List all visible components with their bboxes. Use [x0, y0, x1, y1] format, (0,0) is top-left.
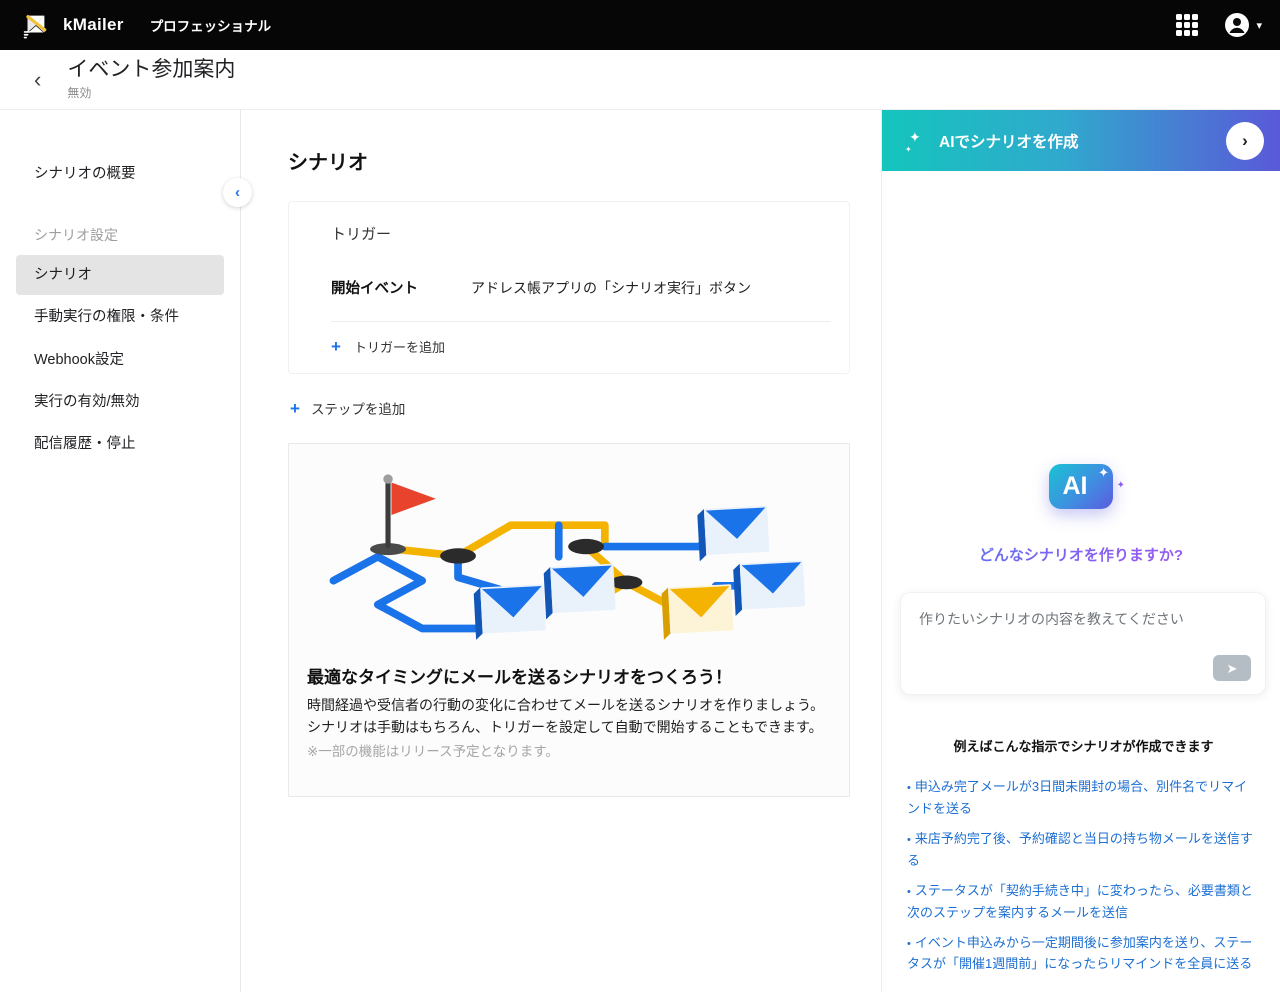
- ai-question-text: どんなシナリオを作りますか?: [882, 544, 1280, 565]
- trigger-start-event-row: 開始イベント アドレス帳アプリの「シナリオ実行」ボタン: [331, 277, 831, 298]
- content-area: シナリオの概要 シナリオ設定 シナリオ 手動実行の権限・条件 Webhook設定…: [0, 110, 1280, 992]
- start-event-value: アドレス帳アプリの「シナリオ実行」ボタン: [471, 278, 751, 298]
- plus-icon: +: [331, 338, 341, 355]
- scenario-empty-state-card: 最適なタイミングにメールを送るシナリオをつくろう！ 時間経過や受信者の行動の変化…: [288, 443, 850, 797]
- sparkle-icon: ✦: [1098, 465, 1109, 481]
- caret-down-icon: ▾: [1256, 19, 1262, 32]
- start-event-label: 開始イベント: [331, 277, 471, 298]
- ai-create-scenario-banner[interactable]: ✦ ✦ AIでシナリオを作成 ›: [882, 110, 1280, 171]
- sidebar-item-exec-toggle[interactable]: 実行の有効/無効: [16, 382, 224, 422]
- empty-state-line1: 時間経過や受信者の行動の変化に合わせてメールを送るシナリオを作りましょう。: [307, 694, 831, 716]
- kmailer-logo-icon: [20, 10, 50, 40]
- status-badge: 無効: [67, 84, 235, 101]
- back-button[interactable]: ‹: [26, 65, 49, 95]
- sidebar-section-label: シナリオ設定: [16, 217, 224, 255]
- app-root: kMailer プロフェッショナル ▾ ‹ イベント参加案内 無効 シナリオの概…: [0, 0, 1280, 992]
- ai-banner-label: AIでシナリオを作成: [939, 130, 1079, 152]
- sidebar-item-scenario[interactable]: シナリオ: [16, 255, 224, 295]
- ai-badge-icon: AI ✦ ✦: [1049, 464, 1113, 509]
- main-panel: シナリオ トリガー 開始イベント アドレス帳アプリの「シナリオ実行」ボタン + …: [241, 110, 881, 992]
- empty-state-title: 最適なタイミングにメールを送るシナリオをつくろう！: [307, 663, 831, 688]
- ai-examples-section: 例えばこんな指示でシナリオが作成できます •申込み完了メールが3日間未開封の場合…: [882, 736, 1280, 974]
- sidebar-item-overview[interactable]: シナリオの概要: [16, 152, 224, 193]
- account-menu[interactable]: ▾: [1224, 12, 1262, 38]
- empty-state-line2: シナリオは手動はもちろん、トリガーを設定して自動で開始することもできます。: [307, 716, 831, 738]
- sidebar: シナリオの概要 シナリオ設定 シナリオ 手動実行の権限・条件 Webhook設定…: [0, 110, 241, 992]
- trigger-card: トリガー 開始イベント アドレス帳アプリの「シナリオ実行」ボタン + トリガーを…: [288, 201, 850, 374]
- example-suggestion-link[interactable]: •ステータスが「契約手続き中」に変わったら、必要書類と次のステップを案内するメー…: [907, 880, 1260, 923]
- apps-grid-icon[interactable]: [1176, 14, 1198, 36]
- sidebar-collapse-button[interactable]: ‹: [223, 178, 252, 207]
- page-title: イベント参加案内: [67, 58, 235, 82]
- example-suggestion-link[interactable]: •申込み完了メールが3日間未開封の場合、別件名でリマインドを送る: [907, 776, 1260, 819]
- empty-state-note: ※一部の機能はリリース予定となります。: [307, 740, 831, 760]
- example-suggestion-link[interactable]: •来店予約完了後、予約確認と当日の持ち物メールを送信する: [907, 828, 1260, 871]
- divider: [331, 321, 831, 322]
- trigger-title: トリガー: [331, 223, 831, 244]
- ai-prompt-input[interactable]: [901, 593, 1265, 694]
- ai-intro-block: AI ✦ ✦ どんなシナリオを作りますか?: [882, 464, 1280, 565]
- bullet-icon: •: [907, 782, 911, 794]
- scenario-flow-illustration: [329, 468, 809, 643]
- sidebar-item-history[interactable]: 配信履歴・停止: [16, 424, 224, 464]
- example-suggestion-link[interactable]: •イベント申込みから一定期間後に参加案内を送り、ステータスが「開催1週間前」にな…: [907, 932, 1260, 975]
- brand-name: kMailer: [63, 15, 124, 35]
- bullet-icon: •: [907, 886, 911, 898]
- examples-title: 例えばこんな指示でシナリオが作成できます: [907, 736, 1260, 755]
- ai-prompt-card: ➤: [900, 592, 1266, 695]
- sidebar-item-webhook[interactable]: Webhook設定: [16, 340, 224, 380]
- avatar-icon: [1224, 12, 1250, 38]
- sparkle-icon: ✦ ✦: [907, 131, 927, 151]
- send-button[interactable]: ➤: [1213, 655, 1251, 681]
- add-step-button[interactable]: + ステップを追加: [290, 398, 405, 418]
- plus-icon: +: [290, 400, 300, 417]
- add-trigger-button[interactable]: + トリガーを追加: [331, 337, 445, 356]
- section-heading: シナリオ: [288, 146, 851, 175]
- bullet-icon: •: [907, 938, 911, 950]
- sparkle-icon: ✦: [1117, 480, 1125, 491]
- ai-banner-open-button[interactable]: ›: [1226, 122, 1264, 160]
- topbar: kMailer プロフェッショナル ▾: [0, 0, 1280, 50]
- page-header: ‹ イベント参加案内 無効: [0, 50, 1280, 110]
- sidebar-item-manual-exec[interactable]: 手動実行の権限・条件: [16, 297, 224, 337]
- bullet-icon: •: [907, 834, 911, 846]
- plan-label: プロフェッショナル: [150, 15, 272, 35]
- ai-assistant-panel: ✦ ✦ AIでシナリオを作成 › AI ✦ ✦ どんなシナリオを作りますか? ➤: [881, 110, 1280, 992]
